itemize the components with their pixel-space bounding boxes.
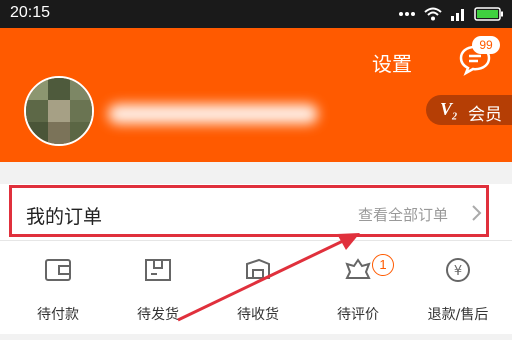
- annotation-arrow: [177, 233, 360, 322]
